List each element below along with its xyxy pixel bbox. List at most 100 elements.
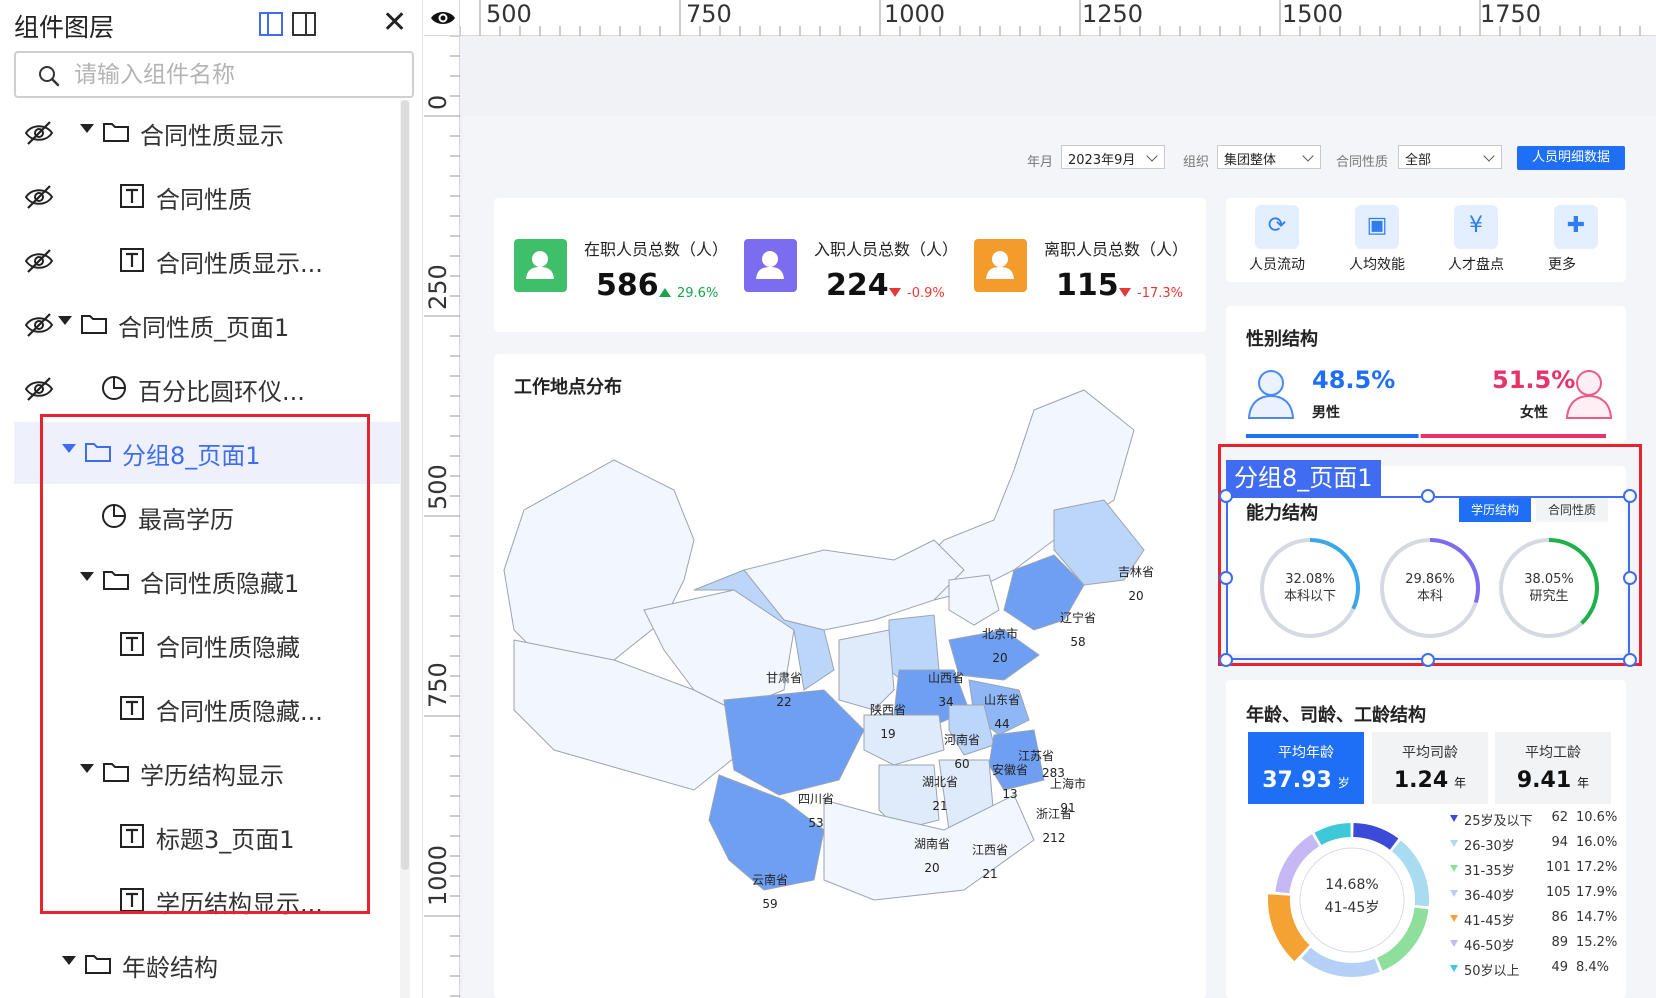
resize-handle-se[interactable]: [1623, 653, 1637, 667]
caret-down-icon[interactable]: [62, 956, 76, 965]
layout-right-icon[interactable]: [292, 12, 316, 36]
selected-component-frame[interactable]: [1226, 496, 1630, 660]
male-avatar-icon: [1247, 370, 1295, 419]
province-name: 山西省: [927, 671, 964, 685]
female-avatar-icon: [1565, 370, 1613, 419]
province-name: 吉林省: [1117, 565, 1154, 579]
search-icon: [39, 66, 60, 87]
legend-percent: 17.2%: [1576, 860, 1618, 875]
month-value: 2023年9月: [1068, 153, 1136, 168]
resize-handle-n[interactable]: [1421, 489, 1435, 503]
province-name: 云南省: [751, 873, 788, 887]
resize-handle-nw[interactable]: [1219, 489, 1233, 503]
search-input[interactable]: [74, 61, 394, 89]
map-province-label: 陕西省 19: [863, 698, 913, 746]
staff-detail-button[interactable]: 人员明细数据: [1517, 146, 1625, 170]
kpi-value: 115: [1056, 268, 1119, 303]
average-stat-tab[interactable]: 平均工龄 9.41 年: [1495, 732, 1611, 804]
kpi-value: 586: [596, 268, 659, 303]
kpi-delta-text: -0.9%: [907, 286, 945, 301]
eye-off-icon[interactable]: [24, 311, 54, 339]
month-label: 年月: [1027, 155, 1054, 170]
layer-item[interactable]: 合同性质显示...: [14, 230, 400, 292]
tree-scroll-thumb[interactable]: [401, 100, 409, 870]
map-province-label: 甘肃省 22: [759, 666, 809, 714]
folder-icon: [81, 315, 107, 334]
resize-handle-ne[interactable]: [1623, 489, 1637, 503]
caret-down-icon[interactable]: [80, 124, 94, 133]
layer-item[interactable]: 年龄结构: [14, 934, 400, 996]
age-center-percent: 14.68%: [1325, 877, 1379, 893]
age-title: 年龄、司龄、工龄结构: [1246, 705, 1426, 726]
org-select[interactable]: 集团整体: [1217, 145, 1321, 169]
quick-link-label[interactable]: 更多: [1548, 254, 1576, 274]
legend-percent: 8.4%: [1576, 960, 1610, 975]
contract-label: 合同性质: [1336, 155, 1389, 170]
month-select[interactable]: 2023年9月: [1061, 145, 1165, 169]
layer-item[interactable]: 合同性质: [14, 166, 400, 228]
search-box: [14, 51, 414, 98]
resize-handle-s[interactable]: [1421, 653, 1435, 667]
caret-down-icon[interactable]: [58, 316, 72, 325]
legend-name: 36-40岁: [1464, 889, 1515, 904]
close-icon[interactable]: ✕: [382, 8, 407, 38]
kpi-label: 离职人员总数（人）: [1044, 240, 1189, 259]
average-stat-unit: 年: [1454, 776, 1467, 790]
map-province-label: 云南省 59: [745, 868, 795, 916]
eye-off-icon[interactable]: [24, 183, 54, 211]
pie-chart-icon: [102, 376, 126, 400]
layout-left-icon[interactable]: [259, 12, 283, 36]
selected-component-tag: 分组8_页面1: [1226, 460, 1381, 496]
grid-icon[interactable]: ✚: [1554, 205, 1598, 249]
ruler-number: 750: [424, 662, 452, 708]
legend-count: 86: [1551, 910, 1568, 925]
eye-off-icon[interactable]: [24, 119, 54, 147]
quick-link-label[interactable]: 人员流动: [1249, 254, 1305, 274]
average-stat-tab[interactable]: 平均司龄 1.24 年: [1372, 732, 1488, 804]
map-province-label: 安徽省 13: [985, 758, 1035, 806]
province-value: 53: [808, 816, 824, 830]
contract-select[interactable]: 全部: [1398, 145, 1502, 169]
layer-item-label: 年龄结构: [122, 954, 218, 982]
eye-off-icon[interactable]: [24, 375, 54, 403]
male-percent: 48.5%: [1312, 366, 1396, 394]
female-label: 女性: [1520, 405, 1548, 421]
legend-marker-icon: [1450, 815, 1458, 822]
age-donut-slice: [1314, 823, 1352, 846]
layer-item[interactable]: 合同性质_页面1: [14, 294, 400, 356]
text-layer-icon: [120, 248, 144, 272]
average-stat-tab[interactable]: 平均年龄 37.93 岁: [1248, 732, 1364, 804]
province-value: 20: [924, 861, 940, 875]
eye-icon[interactable]: [430, 8, 456, 28]
resize-handle-w[interactable]: [1219, 571, 1233, 585]
layer-item-label: 百分比圆环仪...: [138, 378, 305, 406]
male-label: 男性: [1312, 405, 1340, 421]
ruler-corner: [424, 0, 460, 36]
legend-percent: 10.6%: [1576, 810, 1618, 825]
quick-link-label[interactable]: 人才盘点: [1448, 254, 1504, 274]
ruler-number: 500: [486, 0, 532, 28]
legend-count: 101: [1546, 860, 1571, 875]
quick-link-label[interactable]: 人均效能: [1349, 254, 1405, 274]
selection-highlight-box: [40, 414, 370, 914]
age-donut-slice: [1301, 947, 1380, 977]
legend-marker-icon: [1450, 940, 1458, 947]
kpi-user-icon: [974, 239, 1027, 292]
legend-name: 41-45岁: [1464, 914, 1515, 929]
user-card-icon[interactable]: ▣: [1355, 205, 1399, 249]
resize-handle-sw[interactable]: [1219, 653, 1233, 667]
resize-handle-e[interactable]: [1623, 571, 1637, 585]
refresh-icon[interactable]: ⟳: [1255, 205, 1299, 249]
china-map[interactable]: [494, 370, 1206, 998]
eye-off-icon[interactable]: [24, 247, 54, 275]
layer-item[interactable]: 合同性质显示: [14, 102, 400, 164]
yen-icon[interactable]: ¥: [1454, 205, 1498, 249]
age-center-label: 41-45岁: [1324, 900, 1380, 916]
arrow-up-icon: [659, 288, 671, 297]
province-value: 22: [776, 695, 792, 709]
province-name: 陕西省: [869, 703, 906, 717]
average-stat-title: 平均年龄: [1278, 745, 1334, 761]
legend-percent: 17.9%: [1576, 885, 1618, 900]
layer-item[interactable]: 百分比圆环仪...: [14, 358, 400, 420]
kpi-user-icon: [514, 239, 567, 292]
